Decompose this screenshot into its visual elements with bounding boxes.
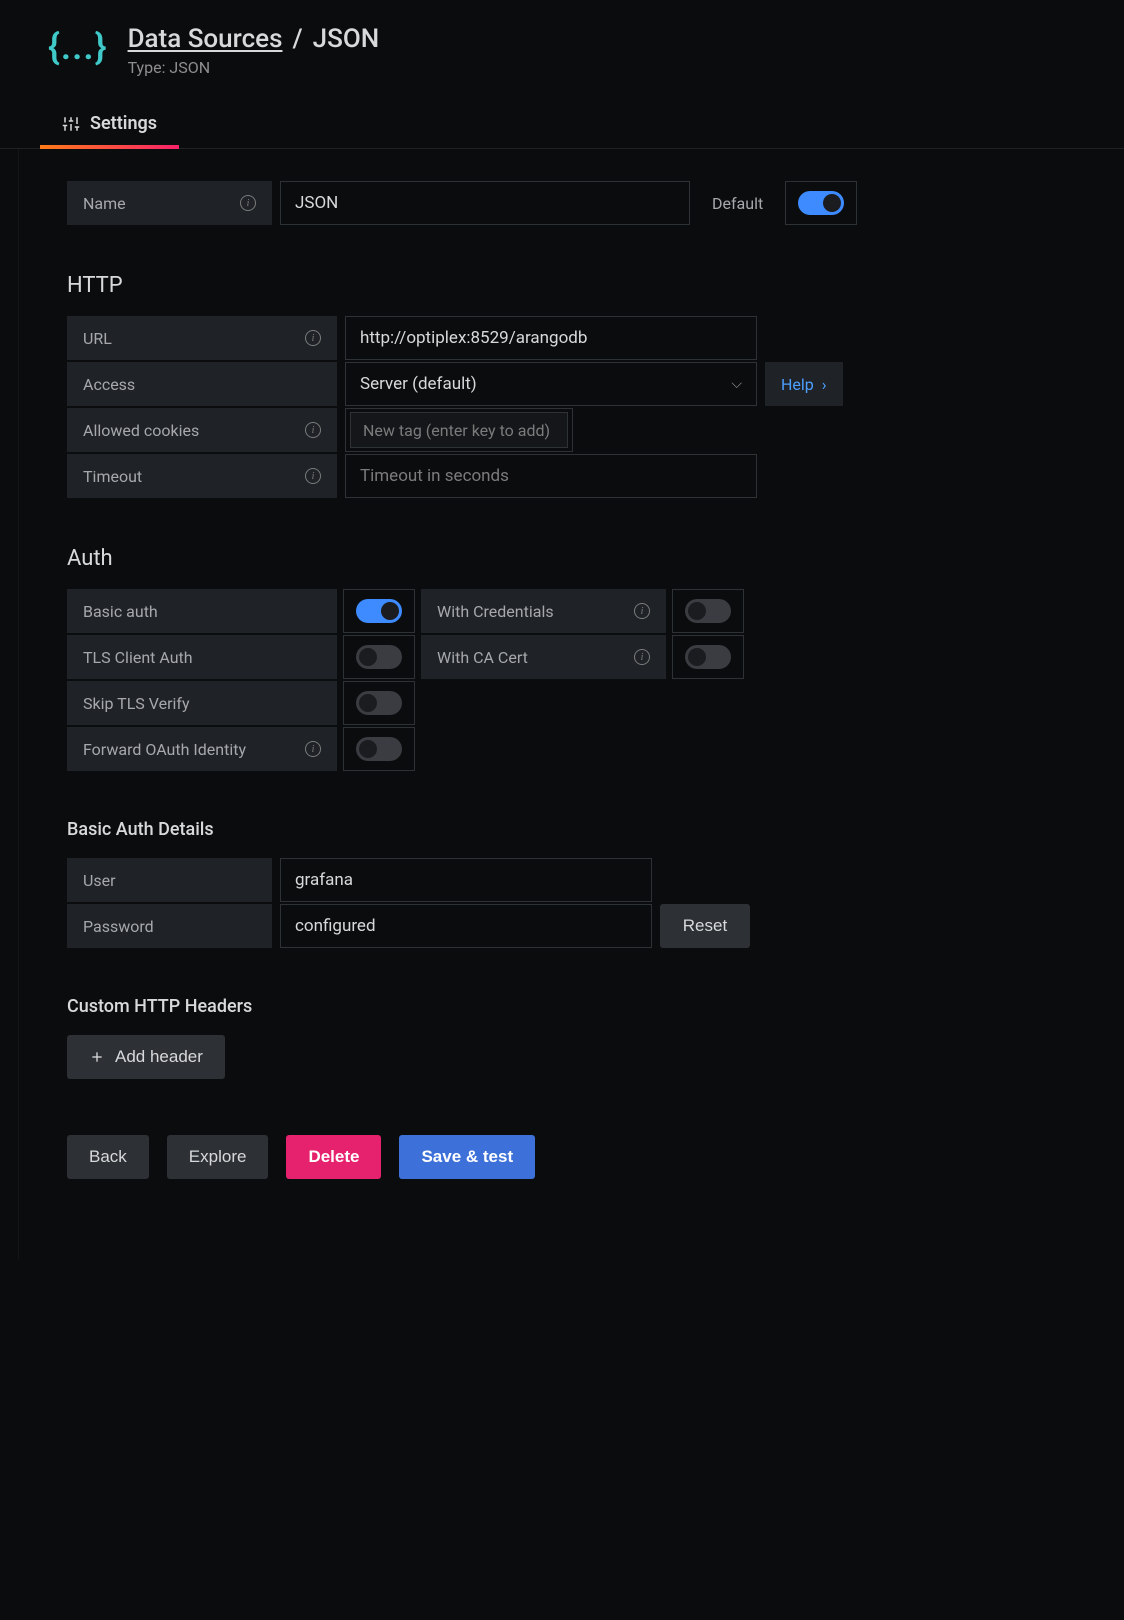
tab-label: Settings: [90, 113, 157, 134]
access-label-text: Access: [83, 375, 135, 394]
basic-auth-text: Basic auth: [83, 602, 158, 621]
password-input[interactable]: configured: [280, 904, 652, 948]
skip-tls-label: Skip TLS Verify: [67, 681, 337, 725]
with-ca-cert-text: With CA Cert: [437, 648, 528, 667]
password-label-text: Password: [83, 917, 154, 936]
skip-tls-text: Skip TLS Verify: [83, 694, 190, 713]
access-select-value: Server (default): [360, 374, 477, 394]
chevron-right-icon: ›: [822, 375, 827, 394]
cookies-label-text: Allowed cookies: [83, 421, 199, 440]
info-icon[interactable]: i: [240, 195, 256, 211]
name-label-text: Name: [83, 194, 126, 213]
sliders-icon: [62, 115, 80, 133]
page-root: {...} Data Sources / JSON Type: JSON Set…: [0, 0, 1124, 1259]
tab-settings[interactable]: Settings: [40, 101, 179, 148]
cookies-tag-wrap: New tag (enter key to add): [345, 408, 573, 452]
default-label: Default: [698, 181, 777, 225]
reset-button[interactable]: Reset: [660, 904, 750, 948]
url-row: URL i http://optiplex:8529/arangodb: [67, 316, 1076, 360]
breadcrumb-separator: /: [292, 24, 302, 54]
info-icon[interactable]: i: [634, 649, 650, 665]
auth-row-4: Forward OAuth Identity i: [67, 727, 1076, 771]
forward-oauth-toggle[interactable]: [356, 737, 402, 761]
breadcrumb-parent-link[interactable]: Data Sources: [128, 24, 283, 54]
timeout-label: Timeout i: [67, 454, 337, 498]
with-credentials-toggle[interactable]: [685, 599, 731, 623]
basic-auth-toggle-wrap: [343, 589, 415, 633]
plus-icon: [89, 1049, 105, 1065]
basic-auth-details-title: Basic Auth Details: [67, 819, 1076, 840]
help-label: Help: [781, 375, 814, 394]
with-ca-cert-toggle[interactable]: [685, 645, 731, 669]
access-select[interactable]: Server (default) ⌵: [345, 362, 757, 406]
name-row: Name i JSON Default: [67, 181, 1076, 225]
url-input[interactable]: http://optiplex:8529/arangodb: [345, 316, 757, 360]
json-braces-icon: {...}: [48, 24, 108, 68]
auth-row-2: TLS Client Auth With CA Cert i: [67, 635, 1076, 679]
forward-oauth-toggle-wrap: [343, 727, 415, 771]
info-icon[interactable]: i: [305, 468, 321, 484]
tabs: Settings: [0, 101, 1124, 149]
forward-oauth-text: Forward OAuth Identity: [83, 740, 246, 759]
with-credentials-label: With Credentials i: [421, 589, 666, 633]
skip-tls-toggle-wrap: [343, 681, 415, 725]
forward-oauth-label: Forward OAuth Identity i: [67, 727, 337, 771]
cookies-label: Allowed cookies i: [67, 408, 337, 452]
help-button[interactable]: Help ›: [765, 362, 843, 406]
footer-buttons: Back Explore Delete Save & test: [67, 1135, 1076, 1179]
save-test-button[interactable]: Save & test: [399, 1135, 535, 1179]
delete-button[interactable]: Delete: [286, 1135, 381, 1179]
info-icon[interactable]: i: [634, 603, 650, 619]
add-header-button[interactable]: Add header: [67, 1035, 225, 1079]
info-icon[interactable]: i: [305, 422, 321, 438]
info-icon[interactable]: i: [305, 741, 321, 757]
access-row: Access Server (default) ⌵ Help ›: [67, 362, 1076, 406]
breadcrumb: Data Sources / JSON Type: JSON: [128, 24, 380, 77]
with-ca-cert-label: With CA Cert i: [421, 635, 666, 679]
breadcrumb-current: JSON: [313, 24, 380, 54]
add-header-label: Add header: [115, 1047, 203, 1067]
auth-section-title: Auth: [67, 546, 1076, 571]
default-toggle[interactable]: [798, 191, 844, 215]
custom-headers-title: Custom HTTP Headers: [67, 996, 1076, 1017]
tls-client-auth-label: TLS Client Auth: [67, 635, 337, 679]
basic-auth-toggle[interactable]: [356, 599, 402, 623]
timeout-label-text: Timeout: [83, 467, 142, 486]
password-label: Password: [67, 904, 272, 948]
url-label: URL i: [67, 316, 337, 360]
url-label-text: URL: [83, 329, 112, 348]
info-icon[interactable]: i: [305, 330, 321, 346]
with-ca-cert-toggle-wrap: [672, 635, 744, 679]
explore-button[interactable]: Explore: [167, 1135, 269, 1179]
with-credentials-toggle-wrap: [672, 589, 744, 633]
auth-row-1: Basic auth With Credentials i: [67, 589, 1076, 633]
chevron-down-icon: ⌵: [731, 376, 742, 392]
user-row: User grafana: [67, 858, 1076, 902]
skip-tls-toggle[interactable]: [356, 691, 402, 715]
with-credentials-text: With Credentials: [437, 602, 554, 621]
default-toggle-wrap: [785, 181, 857, 225]
http-section-title: HTTP: [67, 273, 1076, 298]
settings-body: Name i JSON Default HTTP URL i http://op…: [18, 149, 1124, 1259]
access-label: Access: [67, 362, 337, 406]
page-header: {...} Data Sources / JSON Type: JSON: [0, 24, 1124, 101]
tls-client-auth-text: TLS Client Auth: [83, 648, 193, 667]
timeout-input[interactable]: Timeout in seconds: [345, 454, 757, 498]
cookies-input[interactable]: New tag (enter key to add): [350, 412, 568, 448]
tls-client-auth-toggle-wrap: [343, 635, 415, 679]
cookies-row: Allowed cookies i New tag (enter key to …: [67, 408, 1076, 452]
breadcrumb-subtitle: Type: JSON: [128, 58, 380, 77]
back-button[interactable]: Back: [67, 1135, 149, 1179]
password-row: Password configured Reset: [67, 904, 1076, 948]
user-label-text: User: [83, 871, 116, 890]
name-label: Name i: [67, 181, 272, 225]
user-input[interactable]: grafana: [280, 858, 652, 902]
basic-auth-label: Basic auth: [67, 589, 337, 633]
breadcrumb-path: Data Sources / JSON: [128, 24, 380, 54]
name-input[interactable]: JSON: [280, 181, 690, 225]
auth-row-3: Skip TLS Verify: [67, 681, 1076, 725]
tls-client-auth-toggle[interactable]: [356, 645, 402, 669]
timeout-row: Timeout i Timeout in seconds: [67, 454, 1076, 498]
user-label: User: [67, 858, 272, 902]
